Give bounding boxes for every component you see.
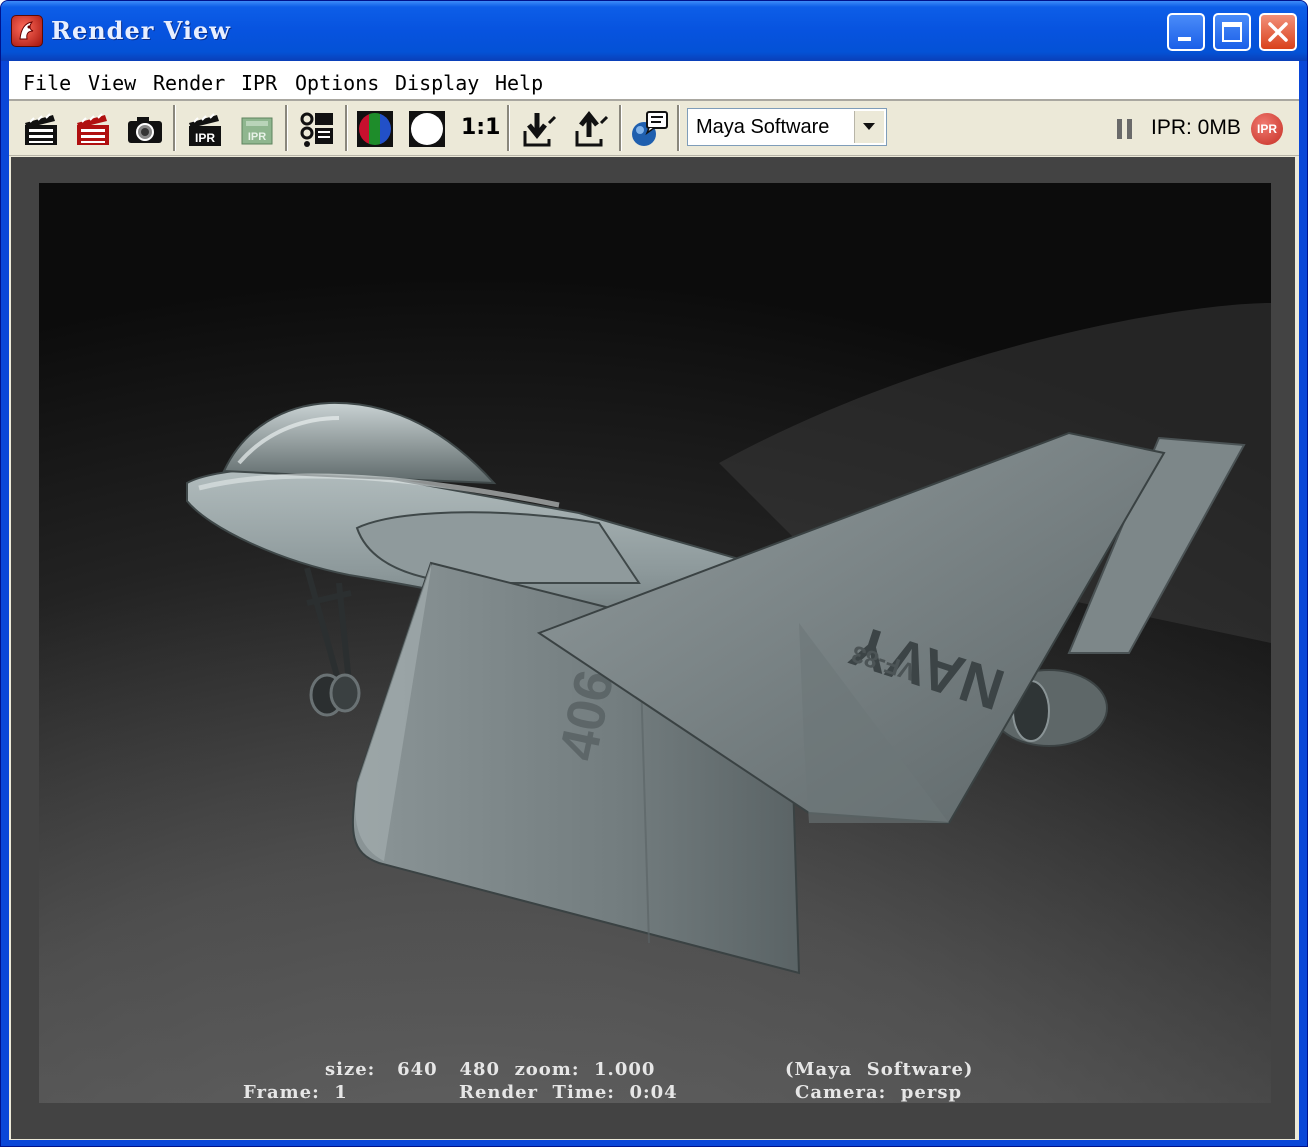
render-current-frame-icon[interactable] — [21, 109, 61, 149]
window-title: Render View — [51, 16, 231, 45]
maximize-button[interactable] — [1213, 13, 1251, 51]
svg-text:IPR: IPR — [195, 131, 215, 145]
chevron-down-icon[interactable] — [854, 111, 884, 143]
toolbar-separator — [677, 105, 680, 151]
render-view-window: Render View File View Render IPR Options… — [0, 0, 1308, 1147]
real-size-button[interactable]: 1:1 — [461, 115, 500, 140]
ipr-render-icon[interactable]: IPR — [185, 109, 225, 149]
menu-ipr[interactable]: IPR — [241, 71, 277, 95]
menu-help[interactable]: Help — [495, 71, 543, 95]
minimize-button[interactable] — [1167, 13, 1205, 51]
toolbar-separator — [345, 105, 348, 151]
toolbar-separator — [619, 105, 622, 151]
renderer-value: Maya Software — [696, 116, 830, 138]
remove-image-icon[interactable] — [571, 109, 611, 149]
toolbar-separator — [507, 105, 510, 151]
toolbar: IPR IPR 1:1 Maya Software IPR: 0MB IPR — [9, 101, 1299, 156]
svg-text:IPR: IPR — [248, 131, 266, 143]
title-bar[interactable]: Render View — [1, 1, 1307, 61]
window-client: File View Render IPR Options Display Hel… — [9, 61, 1299, 1140]
menu-file[interactable]: File — [23, 71, 71, 95]
ipr-status-icon[interactable]: IPR — [1251, 113, 1283, 145]
close-button[interactable] — [1259, 13, 1297, 51]
status-renderer: (Maya Software) — [785, 1059, 974, 1080]
render-settings-icon[interactable] — [629, 109, 669, 149]
ipr-memory-label: IPR: 0MB — [1151, 116, 1241, 139]
status-size-zoom: size: 640 480 zoom: 1.000 — [325, 1059, 656, 1080]
renderer-dropdown[interactable]: Maya Software — [687, 108, 887, 146]
snapshot-camera-icon[interactable] — [125, 109, 165, 149]
menu-display[interactable]: Display — [395, 71, 479, 95]
display-alpha-channel-icon[interactable] — [407, 109, 447, 149]
redo-previous-render-icon[interactable] — [73, 109, 113, 149]
render-region-icon[interactable] — [297, 109, 337, 149]
status-render-time: Render Time: 0:04 — [459, 1082, 678, 1103]
pause-icon[interactable] — [1117, 119, 1135, 139]
display-rgb-channels-icon[interactable] — [355, 109, 395, 149]
rendered-image: 406 NAVY VF-83 — [39, 183, 1271, 1103]
render-panel[interactable]: 406 NAVY VF-83 size: 640 480 zoom: 1.000… — [11, 157, 1295, 1139]
maya-app-icon[interactable] — [11, 15, 43, 47]
keep-image-icon[interactable] — [519, 109, 559, 149]
toolbar-separator — [285, 105, 288, 151]
menu-render[interactable]: Render — [153, 71, 225, 95]
menu-view[interactable]: View — [88, 71, 136, 95]
menu-options[interactable]: Options — [295, 71, 379, 95]
toolbar-separator — [173, 105, 176, 151]
status-frame: Frame: 1 — [243, 1082, 348, 1103]
refresh-ipr-icon[interactable]: IPR — [237, 109, 277, 149]
status-camera: Camera: persp — [795, 1082, 963, 1103]
menu-bar: File View Render IPR Options Display Hel… — [9, 61, 1299, 101]
